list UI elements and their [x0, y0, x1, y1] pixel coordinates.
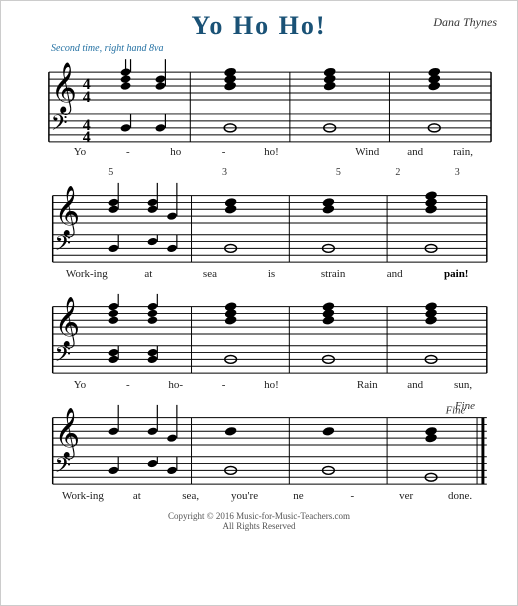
staff-system-3: 𝄞 𝄢 — [21, 289, 497, 392]
composer-name: Dana Thynes — [433, 15, 497, 30]
svg-text:4: 4 — [83, 89, 91, 106]
copyright-line1: Copyright © 2016 Music-for-Music-Teacher… — [21, 511, 497, 521]
lyric-word: Work-ing — [56, 268, 118, 280]
lyric-word: - — [200, 146, 248, 158]
bass-clef: 𝄢 — [51, 111, 68, 140]
staff-svg-4: 𝄞 Fine 𝄢 — [21, 400, 497, 488]
lyric-word: sun, — [439, 379, 487, 391]
lyric-word: Rain — [343, 379, 391, 391]
lyric-word: ho- — [152, 379, 200, 391]
lyric-word: strain — [302, 268, 364, 280]
svg-text:𝄢: 𝄢 — [55, 454, 71, 482]
lyric-word: - — [200, 379, 248, 391]
chord-t1-b1 — [120, 59, 131, 91]
lyric-word: rain, — [439, 146, 487, 158]
lyric-word: sea — [179, 268, 241, 280]
direction-text: Second time, right hand 8va — [51, 43, 497, 54]
copyright-line2: All Rights Reserved — [21, 521, 497, 531]
lyric-word: ho! — [248, 146, 296, 158]
lyric-word: and — [364, 268, 426, 280]
song-title: Yo Ho Ho! — [192, 11, 327, 40]
svg-text:𝄞: 𝄞 — [55, 298, 80, 349]
finger-num: 5 — [336, 167, 341, 178]
lyric-line-3: Yo - ho- - ho! Rain and sun, — [21, 378, 497, 392]
staff-svg-1: 𝄞 4 4 𝄢 4 4 — [21, 54, 497, 144]
staff-svg-2: 𝄞 𝄢 — [21, 178, 497, 266]
staff-system-2: 5 3 5 2 3 𝄞 𝄢 — [21, 167, 497, 281]
title-area: Yo Ho Ho! Dana Thynes — [21, 11, 497, 41]
staff-system-4: Fine 𝄞 Fine 𝄢 — [21, 400, 497, 503]
lyric-word: done. — [433, 490, 487, 502]
lyric-word: pain! — [425, 268, 487, 280]
lyric-word: ver — [379, 490, 433, 502]
lyric-word: - — [104, 379, 152, 391]
finger-num: 2 — [395, 167, 400, 178]
fine-label: Fine — [455, 400, 475, 412]
lyric-word: sea, — [164, 490, 218, 502]
lyric-word — [295, 379, 343, 391]
svg-text:𝄢: 𝄢 — [55, 343, 71, 371]
svg-text:𝄢: 𝄢 — [55, 232, 71, 260]
finger-num: 5 — [108, 167, 113, 178]
svg-text:4: 4 — [83, 129, 91, 144]
lyric-word — [295, 146, 343, 158]
lyric-word: ne — [272, 490, 326, 502]
lyric-word: - — [325, 490, 379, 502]
lyric-word: at — [118, 268, 180, 280]
finger-num: 3 — [455, 167, 460, 178]
lyric-word: Yo — [56, 379, 104, 391]
lyric-word: Work-ing — [56, 490, 110, 502]
lyric-line-1: Yo - ho - ho! Wind and rain, — [21, 145, 497, 159]
lyric-word: ho! — [248, 379, 296, 391]
lyric-line-2: Work-ing at sea is strain and pain! — [21, 267, 497, 281]
svg-text:𝄞: 𝄞 — [55, 187, 80, 238]
staff-system-1: 𝄞 4 4 𝄢 4 4 — [21, 54, 497, 159]
lyric-word: Yo — [56, 146, 104, 158]
lyric-word: and — [391, 146, 439, 158]
copyright: Copyright © 2016 Music-for-Music-Teacher… — [21, 511, 497, 531]
treble-clef: 𝄞 — [51, 63, 77, 115]
fingering-line: 5 3 5 2 3 — [21, 167, 497, 178]
lyric-word: - — [104, 146, 152, 158]
svg-text:𝄞: 𝄞 — [55, 409, 80, 460]
lyric-word: ho — [152, 146, 200, 158]
lyric-word: Wind — [343, 146, 391, 158]
finger-num: 3 — [222, 167, 227, 178]
lyric-word: you're — [218, 490, 272, 502]
staff-svg-3: 𝄞 𝄢 — [21, 289, 497, 377]
music-sheet: Yo Ho Ho! Dana Thynes Second time, right… — [0, 0, 518, 606]
lyric-line-4: Work-ing at sea, you're ne - ver done. — [21, 489, 497, 503]
lyric-word: and — [391, 379, 439, 391]
lyric-word: is — [241, 268, 303, 280]
lyric-word: at — [110, 490, 164, 502]
